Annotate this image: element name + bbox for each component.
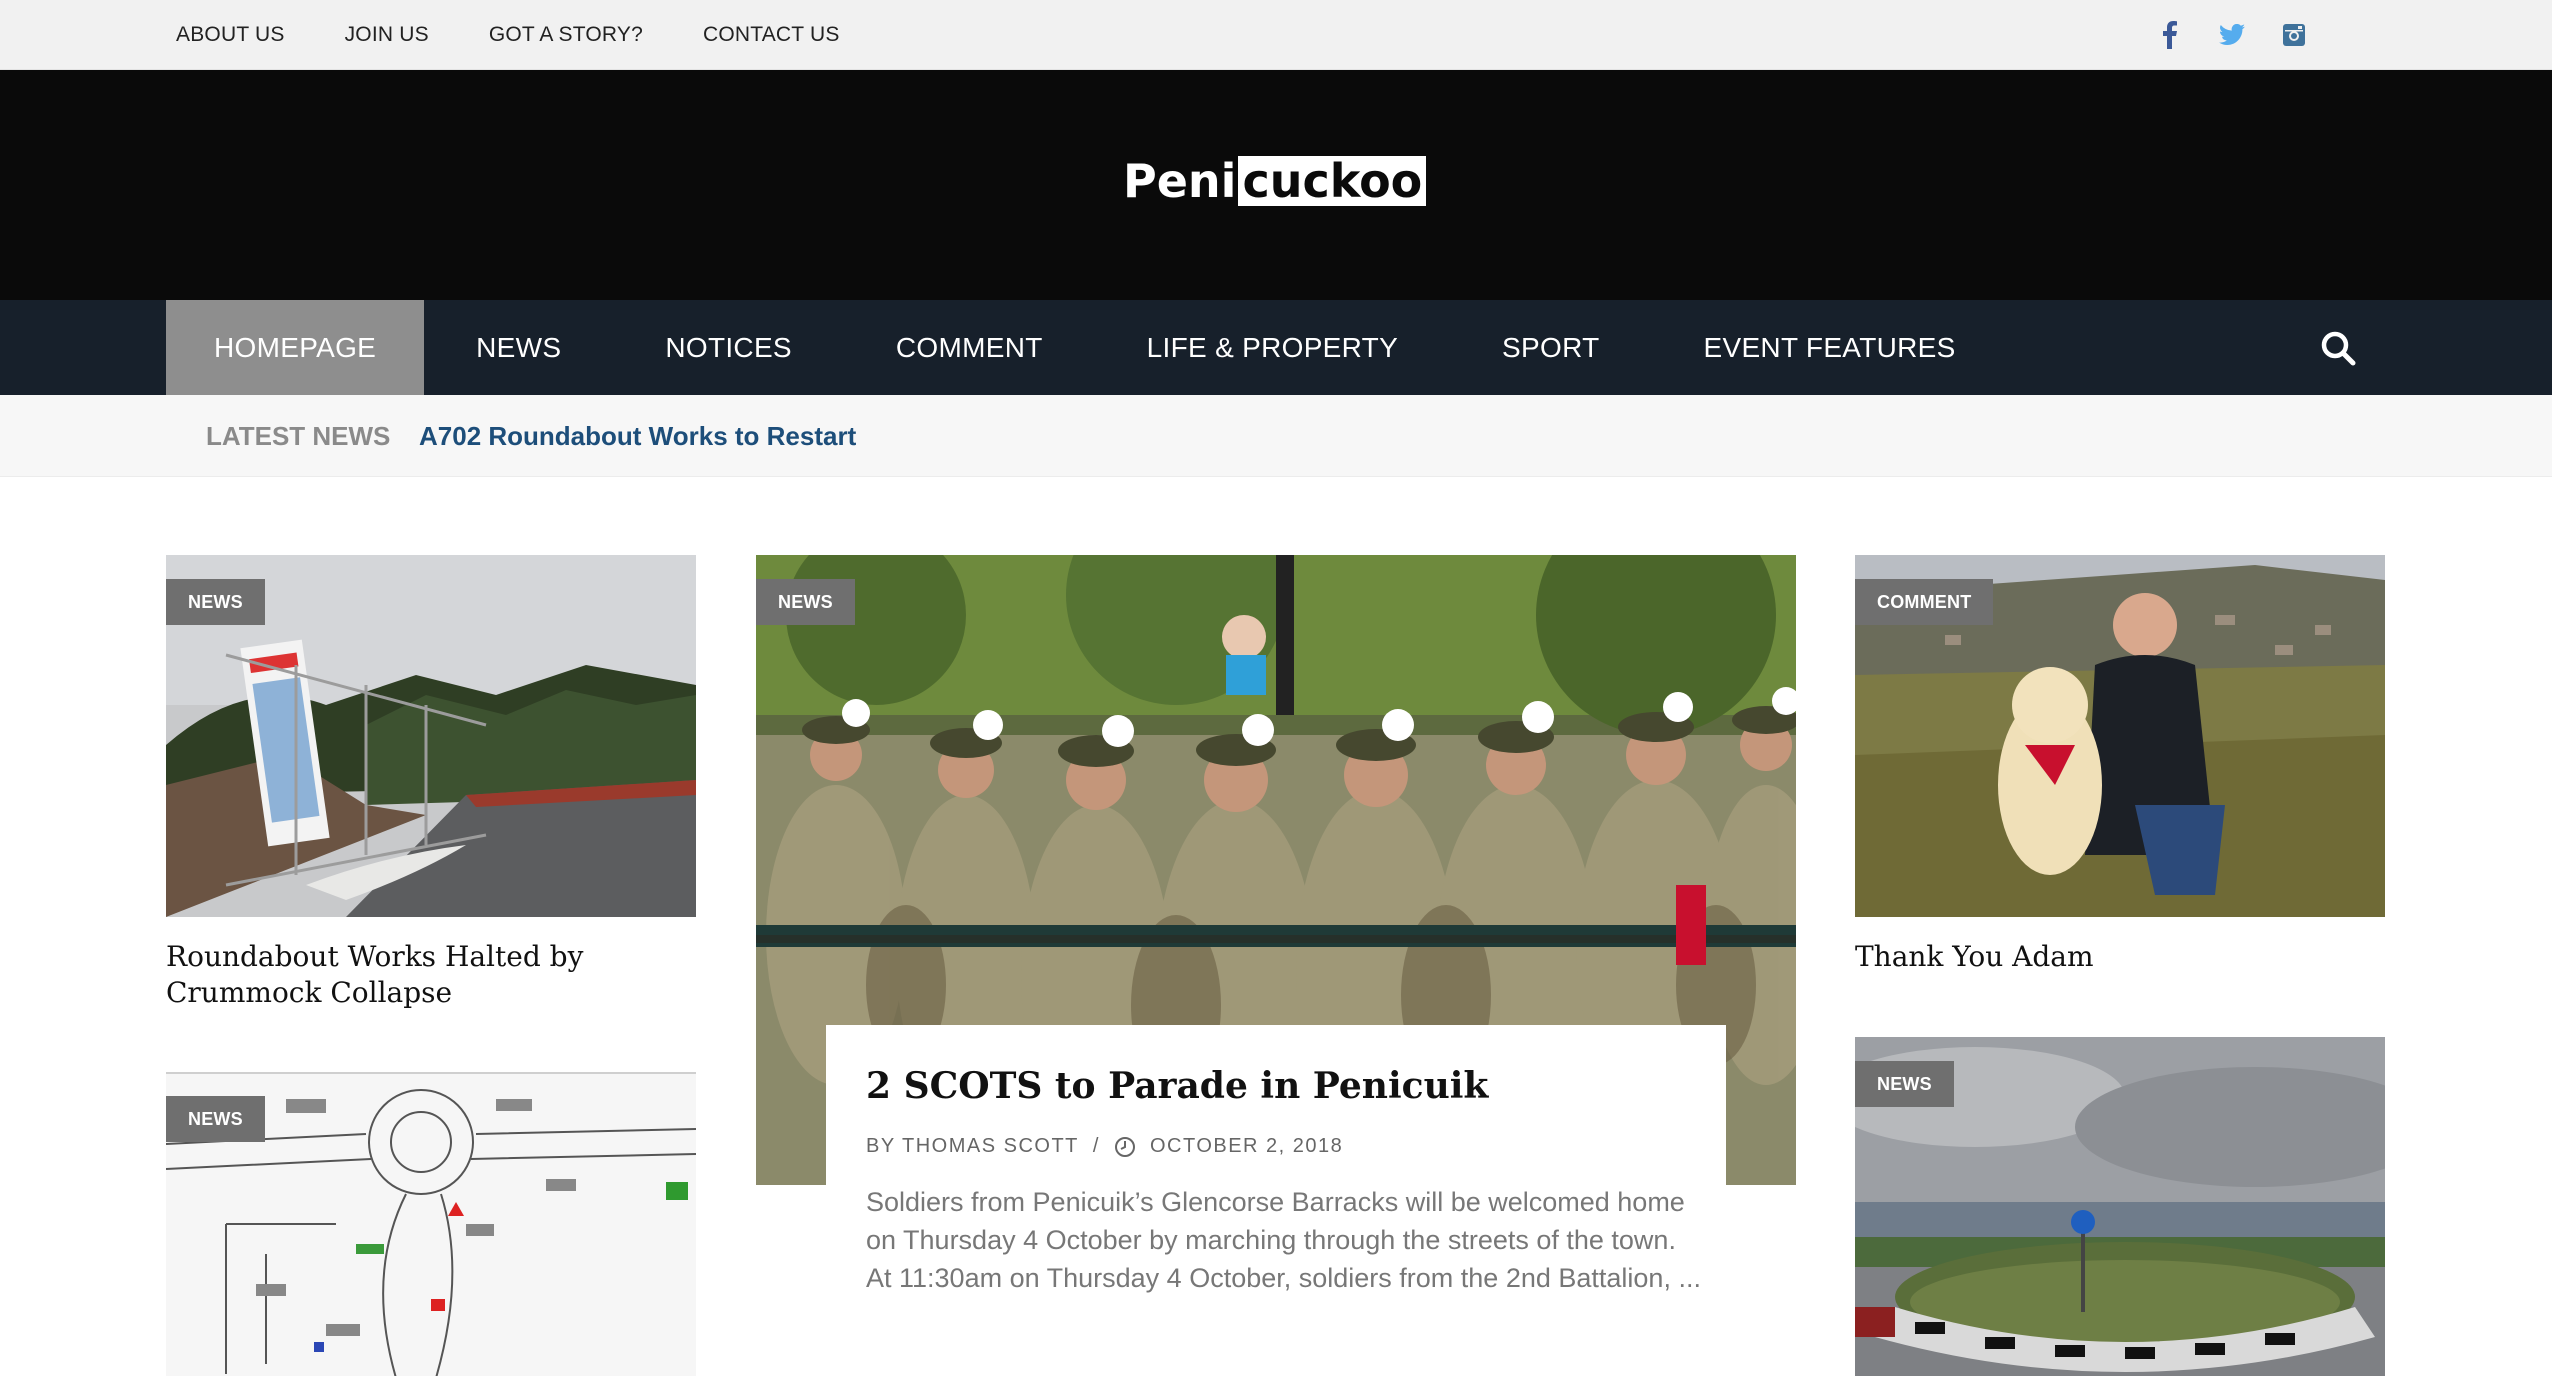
article-card-roundabout-plan: NEWS: [166, 1072, 696, 1376]
nav-item-sport[interactable]: SPORT: [1450, 300, 1651, 395]
article-title[interactable]: Thank You Adam: [1855, 939, 2355, 975]
top-link-about-us[interactable]: ABOUT US: [176, 23, 285, 47]
article-card-thank-you-adam: COMMENT Thank You Adam: [1855, 555, 2385, 975]
logo-text-peni: Peni: [1123, 154, 1237, 208]
nav-item-comment[interactable]: COMMENT: [844, 300, 1095, 395]
top-links: ABOUT US JOIN US GOT A STORY? CONTACT US: [176, 0, 840, 70]
category-badge[interactable]: NEWS: [756, 579, 855, 625]
search-button[interactable]: [2318, 300, 2358, 395]
site-header: Peni cuckoo: [0, 70, 2552, 300]
nav-item-notices[interactable]: NOTICES: [613, 300, 844, 395]
instagram-icon[interactable]: [2280, 21, 2308, 49]
twitter-icon[interactable]: [2218, 21, 2246, 49]
social-links: [2156, 0, 2308, 70]
top-bar: ABOUT US JOIN US GOT A STORY? CONTACT US: [0, 0, 2552, 70]
logo-text-cuckoo: cuckoo: [1238, 156, 1427, 206]
clock-icon: [1114, 1136, 1135, 1157]
facebook-icon[interactable]: [2156, 21, 2184, 49]
category-badge[interactable]: NEWS: [166, 579, 265, 625]
latest-news-bar: LATEST NEWS A702 Roundabout Works to Res…: [0, 395, 2552, 477]
nav-item-homepage[interactable]: HOMEPAGE: [166, 300, 425, 395]
site-logo[interactable]: Peni cuckoo: [1123, 154, 1427, 208]
nav-item-life-property[interactable]: LIFE & PROPERTY: [1095, 300, 1450, 395]
main-nav: HOMEPAGE NEWS NOTICES COMMENT LIFE & PRO…: [0, 300, 2552, 395]
meta-separator: /: [1092, 1135, 1100, 1157]
article-card-roundabout-halted: NEWS Roundabout Works Halted by Crummock…: [166, 555, 696, 1015]
feature-date: OCTOBER 2, 2018: [1149, 1135, 1344, 1157]
article-title[interactable]: Roundabout Works Halted by Crummock Coll…: [166, 939, 666, 1011]
category-badge[interactable]: COMMENT: [1855, 579, 1994, 625]
top-link-contact-us[interactable]: CONTACT US: [703, 23, 840, 47]
feature-content-box: 2 SCOTS to Parade in Penicuik BY THOMAS …: [826, 1025, 1726, 1376]
feature-excerpt: Soldiers from Penicuik’s Glencorse Barra…: [866, 1187, 1701, 1293]
latest-news-headline[interactable]: A702 Roundabout Works to Restart: [419, 395, 856, 477]
nav-item-event-features[interactable]: EVENT FEATURES: [1652, 300, 2008, 395]
article-card-roundabout-photo: NEWS: [1855, 1037, 2385, 1376]
nav-item-news[interactable]: NEWS: [424, 300, 613, 395]
feature-author[interactable]: BY THOMAS SCOTT: [866, 1135, 1079, 1158]
category-badge[interactable]: NEWS: [166, 1096, 265, 1142]
feature-title[interactable]: 2 SCOTS to Parade in Penicuik: [866, 1065, 1488, 1107]
search-icon: [2321, 331, 2356, 365]
top-link-got-a-story[interactable]: GOT A STORY?: [489, 23, 643, 47]
latest-news-label: LATEST NEWS: [206, 421, 391, 451]
category-badge[interactable]: NEWS: [1855, 1061, 1954, 1107]
top-link-join-us[interactable]: JOIN US: [345, 23, 429, 47]
feature-meta: BY THOMAS SCOTT / OCTOBER 2, 2018: [866, 1135, 1343, 1158]
